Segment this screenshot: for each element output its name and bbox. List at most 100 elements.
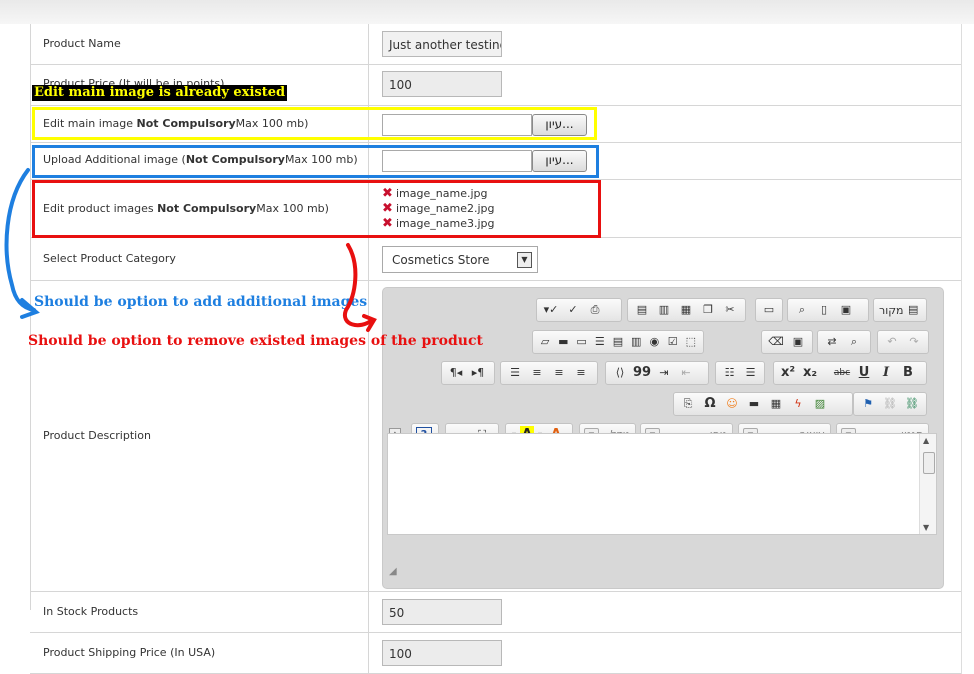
align-center-icon[interactable]: ≡: [549, 364, 569, 382]
spellcheck-icon[interactable]: ✓: [563, 301, 583, 319]
blue-highlight-box: [32, 145, 599, 178]
print-icon[interactable]: ⎙: [585, 301, 605, 319]
editor-text-area[interactable]: ▲ ▼: [387, 433, 937, 535]
in-stock-label: In Stock Products: [43, 605, 139, 618]
scrollbar-thumb[interactable]: [923, 452, 935, 474]
toolbar-group-forms: ▱ ▬ ▭ ☰ ▤ ▥ ◉ ☑ ⬚: [532, 330, 704, 354]
blue-annotation: Should be option to add additional image…: [34, 294, 368, 310]
image-icon[interactable]: ▨: [810, 395, 830, 413]
red-annotation: Should be option to remove existed image…: [28, 333, 483, 349]
yellow-highlight-box: [32, 107, 597, 140]
text-direction-ltr-icon[interactable]: ¶◂: [446, 364, 466, 382]
undo-icon[interactable]: ↶: [882, 333, 902, 351]
page-break-icon[interactable]: ⎘: [678, 395, 698, 413]
blockquote-icon[interactable]: 99: [632, 364, 652, 382]
red-arrow-icon: [342, 243, 377, 332]
bulleted-list-icon[interactable]: ☷: [720, 364, 739, 382]
text-direction-rtl-icon[interactable]: ▸¶: [468, 364, 488, 382]
cut-icon[interactable]: ✂: [720, 301, 740, 319]
category-select[interactable]: Cosmetics Store ▼: [382, 246, 538, 273]
remove-format-icon[interactable]: ⌫: [766, 333, 786, 351]
new-page-icon[interactable]: ▯: [814, 301, 834, 319]
div-icon[interactable]: ⟨⟩: [610, 364, 630, 382]
product-name-input[interactable]: Just another testing: [382, 31, 502, 57]
templates-icon[interactable]: ▭: [760, 301, 778, 319]
italic-button[interactable]: I: [876, 364, 896, 382]
underline-button[interactable]: U: [854, 364, 874, 382]
shipping-label: Product Shipping Price (In USA): [43, 646, 216, 659]
anchor-icon[interactable]: ⚑: [858, 395, 878, 413]
toolbar-group-clipboard: ▤ ▥ ▦ ❐ ✂: [627, 298, 746, 322]
chevron-down-icon[interactable]: ▼: [517, 252, 532, 268]
row-in-stock: In Stock Products 50: [30, 592, 961, 633]
toolbar-group-blocks: ⟨⟩ 99 ⇥ ⇤: [605, 361, 709, 385]
toolbar-group-lists: ☷ ☰: [715, 361, 765, 385]
toolbar-group-document: ⌕ ▯ ▣: [787, 298, 869, 322]
checkbox-icon[interactable]: ☑: [665, 333, 681, 351]
copy-icon[interactable]: ❐: [698, 301, 718, 319]
in-stock-input[interactable]: 50: [382, 599, 502, 625]
form-icon[interactable]: ⬚: [683, 333, 699, 351]
numbered-list-icon[interactable]: ☰: [741, 364, 760, 382]
strikethrough-button[interactable]: abc: [832, 364, 852, 382]
select-all-icon[interactable]: ▣: [788, 333, 808, 351]
flash-icon[interactable]: ϟ: [788, 395, 808, 413]
row-shipping: Product Shipping Price (In USA) 100: [30, 633, 961, 674]
toolbar-group-links: ⚑ ⛓ ⛓: [853, 392, 927, 416]
toolbar-group-select: ⌫ ▣: [761, 330, 813, 354]
radio-icon[interactable]: ◉: [646, 333, 662, 351]
replace-icon[interactable]: ⇄: [822, 333, 842, 351]
redo-icon[interactable]: ↷: [904, 333, 924, 351]
align-right-icon[interactable]: ≡: [527, 364, 547, 382]
text-field-icon[interactable]: ▥: [628, 333, 644, 351]
special-char-icon[interactable]: Ω: [700, 395, 720, 413]
blue-arrow-icon: [4, 168, 40, 319]
outdent-icon[interactable]: ⇤: [676, 364, 696, 382]
bold-button[interactable]: B: [898, 364, 918, 382]
indent-icon[interactable]: ⇥: [654, 364, 674, 382]
category-selected-value: Cosmetics Store: [392, 253, 490, 267]
image-button-icon[interactable]: ▬: [555, 333, 571, 351]
paste-word-icon[interactable]: ▤: [632, 301, 652, 319]
link-icon[interactable]: ⛓: [902, 395, 922, 413]
toolbar-group-basic-styles: x² x₂ abc U I B: [773, 361, 927, 385]
scroll-down-icon[interactable]: ▼: [923, 523, 929, 532]
spellcheck-dropdown-icon[interactable]: ▾✓: [541, 301, 561, 319]
right-margin: [961, 24, 974, 674]
hidden-field-icon[interactable]: ▱: [537, 333, 553, 351]
red-highlight-box: [32, 180, 601, 238]
button-icon[interactable]: ▭: [573, 333, 589, 351]
source-icon: ▤: [908, 303, 919, 316]
find-icon[interactable]: ⌕: [844, 333, 864, 351]
align-left-icon[interactable]: ≡: [571, 364, 591, 382]
smiley-icon[interactable]: ☺: [722, 395, 742, 413]
toolbar-group-spell: ▾✓ ✓ ⎙: [536, 298, 622, 322]
description-label: Product Description: [43, 429, 151, 442]
scroll-up-icon[interactable]: ▲: [923, 436, 929, 445]
yellow-annotation: Edit main image is already existed: [32, 85, 288, 101]
row-description: Product Description ▾✓ ✓ ⎙ ▤ ▥ ▦ ❐ ✂ ▭ ⌕…: [30, 281, 961, 592]
category-label: Select Product Category: [43, 252, 176, 265]
toolbar-group-templates: ▭: [755, 298, 783, 322]
select-field-icon[interactable]: ☰: [592, 333, 608, 351]
page-top-band: [0, 0, 974, 24]
save-icon[interactable]: ▣: [836, 301, 856, 319]
table-icon[interactable]: ▦: [766, 395, 786, 413]
toolbar-group-history: ↶ ↷: [877, 330, 929, 354]
align-justify-icon[interactable]: ☰: [505, 364, 525, 382]
toolbar-group-insert: ⎘ Ω ☺ ▬ ▦ ϟ ▨: [673, 392, 853, 416]
toolbar-group-align: ☰ ≡ ≡ ≡: [500, 361, 598, 385]
shipping-input[interactable]: 100: [382, 640, 502, 666]
paste-icon[interactable]: ▦: [676, 301, 696, 319]
resize-handle-icon[interactable]: ◢: [389, 566, 397, 577]
superscript-button[interactable]: x²: [778, 364, 798, 382]
editor-scrollbar[interactable]: ▲ ▼: [919, 434, 936, 534]
paste-text-icon[interactable]: ▥: [654, 301, 674, 319]
source-button[interactable]: מקור ▤: [873, 298, 927, 322]
textarea-icon[interactable]: ▤: [610, 333, 626, 351]
preview-icon[interactable]: ⌕: [792, 301, 812, 319]
horizontal-rule-icon[interactable]: ▬: [744, 395, 764, 413]
unlink-icon[interactable]: ⛓: [880, 395, 900, 413]
subscript-button[interactable]: x₂: [800, 364, 820, 382]
product-price-input[interactable]: 100: [382, 71, 502, 97]
